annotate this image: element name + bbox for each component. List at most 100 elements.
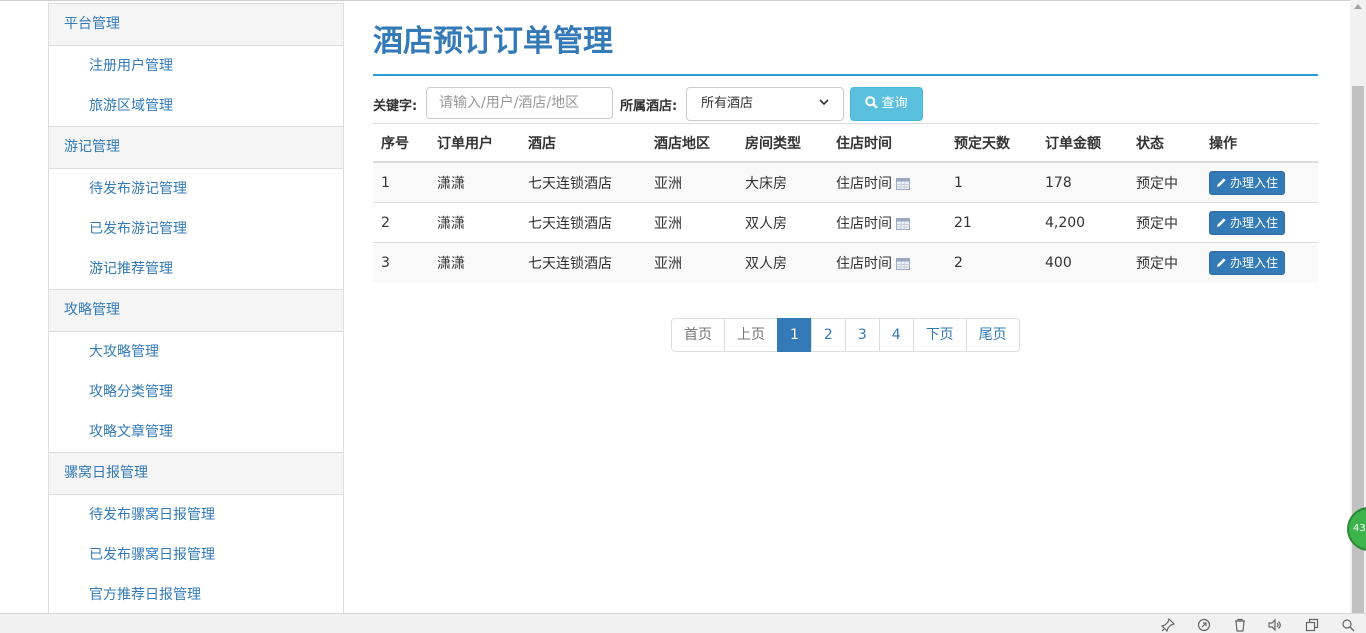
page-number-4[interactable]: 4 (878, 318, 914, 352)
cell-index: 3 (373, 242, 429, 282)
sidebar-item-guide-articles[interactable]: 攻略文章管理 (49, 412, 343, 452)
sidebar-item-published-travelogues[interactable]: 已发布游记管理 (49, 209, 343, 249)
cell-action: 办理入住 (1201, 202, 1318, 243)
page-number-3[interactable]: 3 (844, 318, 880, 352)
col-header: 订单金额 (1037, 123, 1128, 163)
calendar-icon[interactable] (896, 177, 910, 190)
checkin-text: 住店时间 (836, 175, 892, 192)
page-last[interactable]: 尾页 (965, 318, 1020, 352)
page-number-2[interactable]: 2 (810, 318, 846, 352)
cell-room: 双人房 (737, 242, 828, 282)
search-icon (865, 96, 879, 109)
checkin-text: 住店时间 (836, 255, 892, 272)
col-header: 订单用户 (429, 123, 520, 163)
cell-room: 大床房 (737, 161, 828, 203)
search-bar: 关键字: 所属酒店: 所有酒店 查询 (373, 87, 1318, 123)
cell-checkin: 住店时间 (828, 242, 946, 282)
page-next[interactable]: 下页 (912, 318, 967, 352)
keyword-label: 关键字: (373, 99, 418, 114)
sidebar-group-title[interactable]: 游记管理 (49, 126, 343, 169)
sidebar-item-big-guides[interactable]: 大攻略管理 (49, 332, 343, 372)
page-first[interactable]: 首页 (671, 318, 725, 352)
pencil-icon (1217, 257, 1226, 267)
keyword-input[interactable] (426, 87, 613, 119)
share-icon[interactable] (1197, 618, 1211, 632)
cell-region: 亚洲 (646, 161, 737, 203)
sidebar-item-guide-categories[interactable]: 攻略分类管理 (49, 372, 343, 412)
table-row: 1 潇潇 七天连锁酒店 亚洲 大床房 住店时间 1 178 预定中 办理入住 (373, 161, 1318, 203)
title-divider (373, 74, 1318, 76)
scroll-up-arrow[interactable] (1354, 4, 1362, 9)
col-header: 房间类型 (737, 123, 828, 163)
checkin-button-label: 办理入住 (1230, 215, 1279, 230)
pencil-icon (1217, 217, 1226, 227)
sidebar-group-platform: 平台管理 注册用户管理 旅游区域管理 (49, 4, 343, 126)
table-row: 2 潇潇 七天连锁酒店 亚洲 双人房 住店时间 21 4,200 预定中 办理入… (373, 202, 1318, 243)
sidebar-group-title[interactable]: 骡窝日报管理 (49, 452, 343, 495)
sidebar-group-daily: 骡窝日报管理 待发布骡窝日报管理 已发布骡窝日报管理 官方推荐日报管理 (49, 452, 343, 615)
cell-amount: 178 (1037, 161, 1128, 203)
cell-status: 预定中 (1128, 242, 1201, 282)
hotel-select[interactable]: 所有酒店 (686, 87, 844, 121)
pin-icon[interactable] (1161, 618, 1175, 632)
cell-action: 办理入住 (1201, 161, 1318, 203)
sidebar-item-registered-users[interactable]: 注册用户管理 (49, 46, 343, 86)
cell-days: 21 (946, 202, 1037, 243)
checkin-button[interactable]: 办理入住 (1209, 170, 1286, 195)
cell-status: 预定中 (1128, 202, 1201, 243)
cell-checkin: 住店时间 (828, 161, 946, 203)
cell-region: 亚洲 (646, 242, 737, 282)
cell-user: 潇潇 (429, 242, 520, 282)
col-header: 住店时间 (828, 123, 946, 163)
col-header: 酒店地区 (646, 123, 737, 163)
cell-amount: 400 (1037, 242, 1128, 282)
page-number-1[interactable]: 1 (777, 318, 812, 352)
sidebar-group-travelogue: 游记管理 待发布游记管理 已发布游记管理 游记推荐管理 (49, 126, 343, 289)
page-prev[interactable]: 上页 (724, 318, 778, 352)
sidebar-group-guides: 攻略管理 大攻略管理 攻略分类管理 攻略文章管理 (49, 289, 343, 452)
cell-user: 潇潇 (429, 202, 520, 243)
sidebar-group-title[interactable]: 攻略管理 (49, 289, 343, 332)
col-header: 预定天数 (946, 123, 1037, 163)
cell-hotel: 七天连锁酒店 (520, 161, 646, 203)
trash-icon[interactable] (1233, 618, 1247, 632)
calendar-icon[interactable] (896, 257, 910, 270)
cell-days: 2 (946, 242, 1037, 282)
col-header: 状态 (1128, 123, 1201, 163)
cell-hotel: 七天连锁酒店 (520, 242, 646, 282)
col-header: 序号 (373, 123, 429, 163)
sidebar-item-pending-daily[interactable]: 待发布骡窝日报管理 (49, 495, 343, 535)
sidebar-item-published-daily[interactable]: 已发布骡窝日报管理 (49, 535, 343, 575)
checkin-button-label: 办理入住 (1230, 255, 1279, 270)
checkin-button[interactable]: 办理入住 (1209, 210, 1286, 235)
table-row: 3 潇潇 七天连锁酒店 亚洲 双人房 住店时间 2 400 预定中 办理入住 (373, 242, 1318, 282)
cell-index: 1 (373, 161, 429, 203)
sidebar-item-travel-regions[interactable]: 旅游区域管理 (49, 86, 343, 126)
cell-checkin: 住店时间 (828, 202, 946, 243)
pagination: 首页 上页 1 2 3 4 下页 尾页 (671, 318, 1020, 352)
cell-region: 亚洲 (646, 202, 737, 243)
zoom-icon[interactable] (1341, 618, 1355, 632)
query-button[interactable]: 查询 (850, 87, 923, 121)
volume-icon[interactable] (1268, 618, 1282, 632)
pencil-icon (1217, 177, 1226, 187)
calendar-icon[interactable] (896, 217, 910, 230)
checkin-button[interactable]: 办理入住 (1209, 250, 1286, 275)
cell-index: 2 (373, 202, 429, 243)
chevron-down-icon (819, 99, 829, 106)
sidebar-item-travelogue-recommend[interactable]: 游记推荐管理 (49, 249, 343, 289)
cell-user: 潇潇 (429, 161, 520, 203)
sidebar-item-official-daily[interactable]: 官方推荐日报管理 (49, 575, 343, 615)
cell-amount: 4,200 (1037, 202, 1128, 243)
hotel-label: 所属酒店: (620, 99, 678, 114)
sidebar-group-title[interactable]: 平台管理 (49, 4, 343, 46)
page-title: 酒店预订订单管理 (373, 24, 613, 59)
cell-status: 预定中 (1128, 161, 1201, 203)
col-header: 操作 (1201, 123, 1318, 163)
orders-table: 序号 订单用户 酒店 酒店地区 房间类型 住店时间 预定天数 订单金额 状态 操… (373, 123, 1318, 282)
status-bar (0, 613, 1366, 633)
cell-hotel: 七天连锁酒店 (520, 202, 646, 243)
col-header: 酒店 (520, 123, 646, 163)
sidebar-item-pending-travelogues[interactable]: 待发布游记管理 (49, 169, 343, 209)
window-icon[interactable] (1305, 618, 1319, 632)
